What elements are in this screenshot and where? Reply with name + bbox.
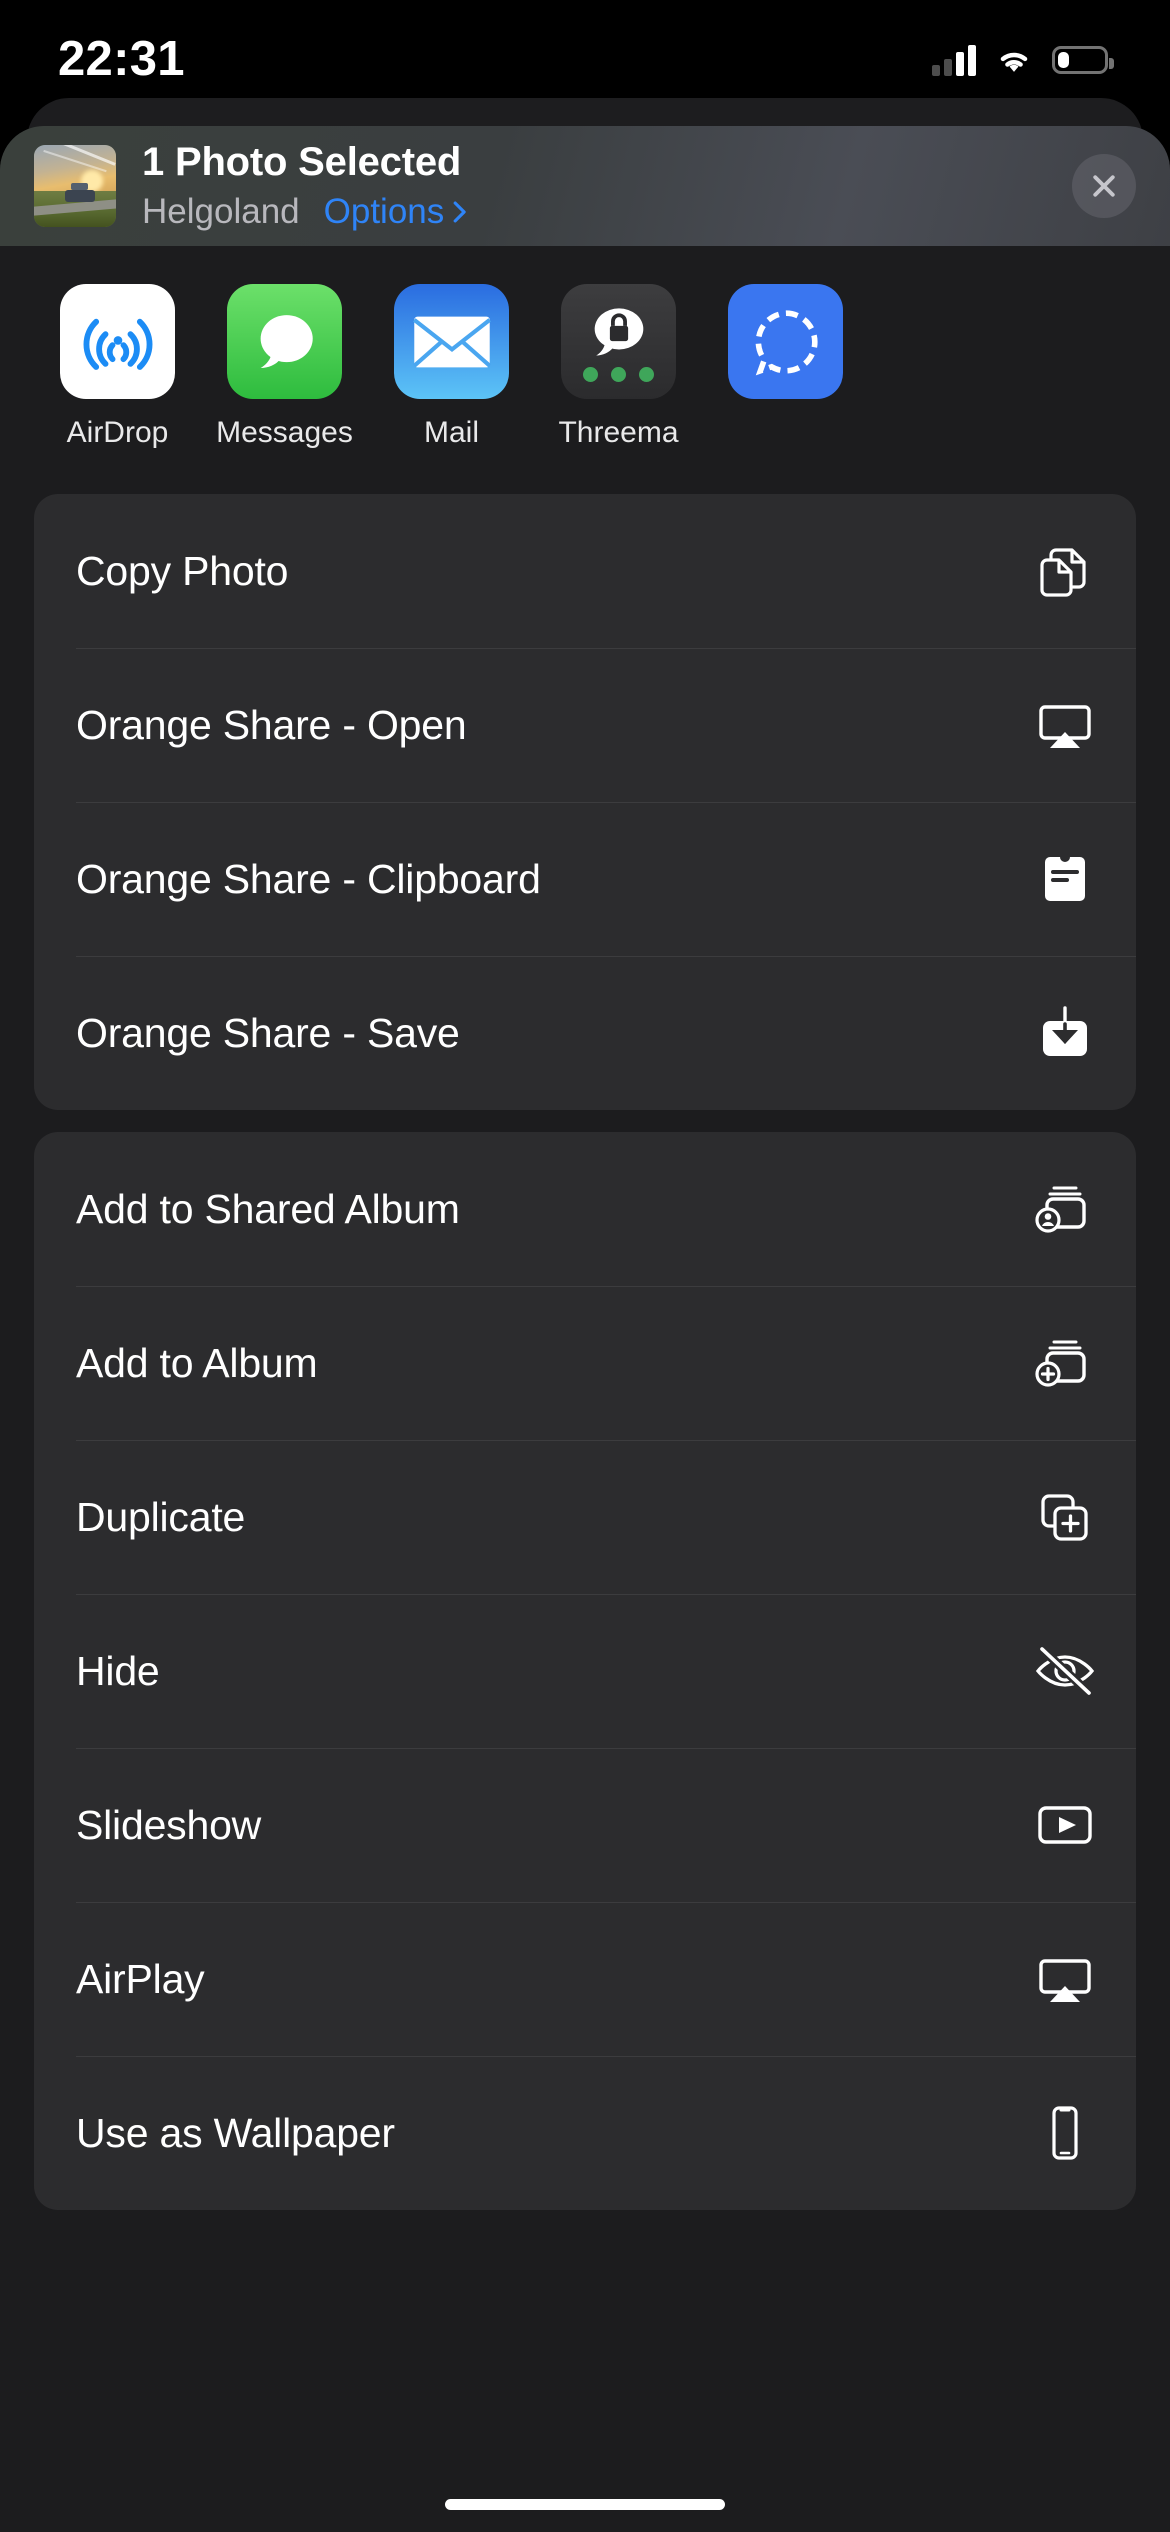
airplay-icon [1034,694,1096,756]
action-group-2: Add to Shared Album Add to Album [34,1132,1136,2210]
app-label: Mail [424,416,479,450]
messages-icon [227,284,342,399]
slideshow-play-icon [1034,1794,1096,1856]
clipboard-icon [1034,848,1096,910]
action-orange-share-save[interactable]: Orange Share - Save [34,956,1136,1110]
action-label: Hide [76,1648,1034,1695]
action-use-as-wallpaper[interactable]: Use as Wallpaper [34,2056,1136,2210]
copy-icon [1034,540,1096,602]
status-bar-time: 22:31 [58,31,185,87]
threema-status-dots [583,367,654,382]
save-download-icon [1034,1002,1096,1064]
photo-thumbnail[interactable] [34,145,116,227]
threema-icon [561,284,676,399]
app-label: Messages [216,416,353,450]
action-orange-share-clipboard[interactable]: Orange Share - Clipboard [34,802,1136,956]
action-add-to-shared-album[interactable]: Add to Shared Album [34,1132,1136,1286]
app-airdrop[interactable]: AirDrop [34,284,201,450]
close-button[interactable] [1072,154,1136,218]
add-album-icon [1034,1332,1096,1394]
mail-icon [394,284,509,399]
action-label: Orange Share - Open [76,702,1034,749]
action-copy-photo[interactable]: Copy Photo [34,494,1136,648]
close-icon [1089,171,1119,201]
album-name: Helgoland [142,192,300,232]
action-group-1: Copy Photo Orange Share - Open Orang [34,494,1136,1110]
shared-album-icon [1034,1178,1096,1240]
action-label: Add to Shared Album [76,1186,1034,1233]
chevron-right-icon [453,201,467,223]
airplay-icon [1034,1948,1096,2010]
header-text-block: 1 Photo Selected Helgoland Options [142,140,1072,232]
battery-icon [1052,46,1108,74]
action-label: Use as Wallpaper [76,2110,1034,2157]
hide-eye-slash-icon [1034,1640,1096,1702]
signal-icon [728,284,843,399]
options-label: Options [324,192,445,232]
page-title: 1 Photo Selected [142,140,1072,184]
action-slideshow[interactable]: Slideshow [34,1748,1136,1902]
action-duplicate[interactable]: Duplicate [34,1440,1136,1594]
cellular-signal-icon [932,44,976,76]
action-label: AirPlay [76,1956,1034,2003]
home-indicator [445,2499,725,2510]
share-sheet: 1 Photo Selected Helgoland Options [0,126,1170,2532]
action-label: Orange Share - Save [76,1010,1034,1057]
duplicate-icon [1034,1486,1096,1548]
action-orange-share-open[interactable]: Orange Share - Open [34,648,1136,802]
action-label: Add to Album [76,1340,1034,1387]
status-bar: 22:31 [0,0,1170,100]
app-mail[interactable]: Mail [368,284,535,450]
options-button[interactable]: Options [324,192,468,232]
action-label: Copy Photo [76,548,1034,595]
app-share-row[interactable]: AirDrop Messages Mail [0,246,1170,472]
app-signal[interactable] [702,284,869,450]
app-messages[interactable]: Messages [201,284,368,450]
iphone-icon [1034,2102,1096,2164]
action-label: Orange Share - Clipboard [76,856,1034,903]
action-label: Slideshow [76,1802,1034,1849]
header-subtitle-row: Helgoland Options [142,192,1072,232]
app-label: Threema [558,416,678,450]
airdrop-icon [60,284,175,399]
app-label: AirDrop [67,416,169,450]
app-threema[interactable]: Threema [535,284,702,450]
action-airplay[interactable]: AirPlay [34,1902,1136,2056]
wifi-icon [993,45,1035,76]
status-bar-indicators [932,44,1108,76]
share-sheet-header: 1 Photo Selected Helgoland Options [0,126,1170,246]
action-label: Duplicate [76,1494,1034,1541]
action-hide[interactable]: Hide [34,1594,1136,1748]
action-add-to-album[interactable]: Add to Album [34,1286,1136,1440]
